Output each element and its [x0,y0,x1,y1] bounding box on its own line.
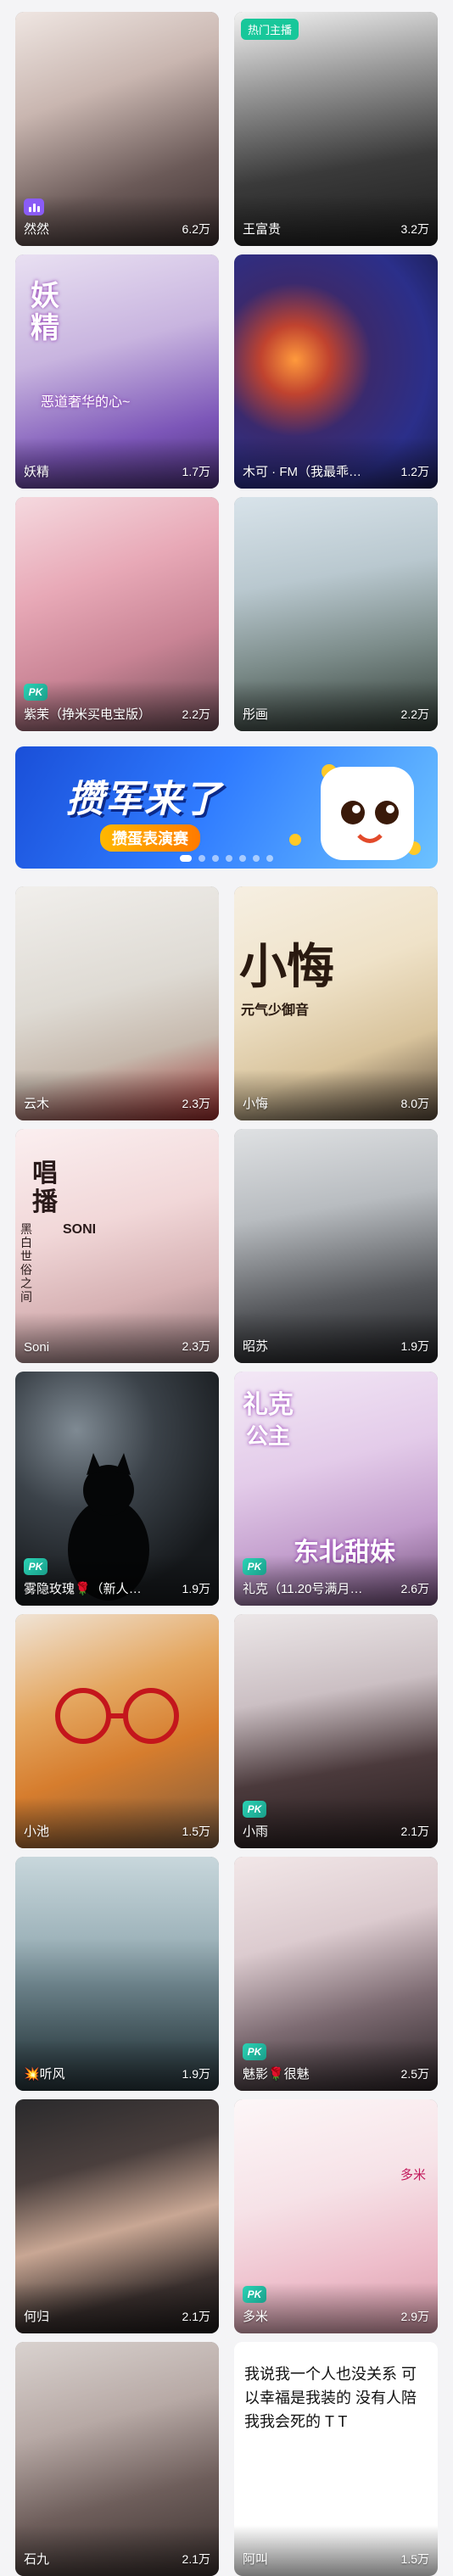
pk-badge: PK [24,684,48,701]
viewer-count: 1.9万 [182,2067,210,2081]
hot-streamer-tag: 热门主播 [241,19,299,40]
pk-badge: PK [243,1801,266,1818]
pagination-dot[interactable] [239,855,246,862]
card-overlay-subtitle: 黑白世俗之间 [20,1222,32,1304]
card-overlay-title: 妖精 [31,280,59,344]
handwritten-note: 我说我一个人也没关系 可以幸福是我装的 没有人陪我我会死的 T T [244,2366,417,2430]
streamer-card[interactable]: 💥听风 1.9万 [15,1857,219,2091]
banner-pagination [15,855,438,862]
viewer-count: 2.3万 [182,1097,210,1110]
streamer-card[interactable]: 何归 2.1万 [15,2099,219,2333]
viewer-count: 1.9万 [400,1339,429,1353]
streamer-name: 小池 [24,1824,50,1839]
streamer-name: 石九 [24,2552,50,2567]
viewer-count: 2.9万 [400,2310,429,2323]
card-overlay-title: 礼克 [243,1391,294,1419]
pk-badge: PK [243,1558,266,1575]
pagination-dot[interactable] [253,855,260,862]
streamer-name: 王富贵 [243,222,282,237]
streamer-name: 多米 [243,2310,269,2324]
streamer-card[interactable]: 木可 · FM（我最乖不… 1.2万 [234,254,438,489]
streamer-name: 阿叫 [243,2552,269,2567]
streamer-card[interactable]: 礼克 公主 东北甜妹 PK 礼克（11.20号满月⭐） 2.6万 [234,1372,438,1606]
streamer-card[interactable]: PK 小雨 2.1万 [234,1614,438,1848]
viewer-count: 1.9万 [182,1582,210,1595]
viewer-count: 2.3万 [182,1339,210,1353]
viewer-count: 1.5万 [182,1824,210,1838]
streamer-card[interactable]: PK 魅影🌹很魅 2.5万 [234,1857,438,2091]
card-overlay-tag: SONI [63,1222,97,1237]
viewer-count: 2.5万 [400,2067,429,2081]
card-overlay-subtitle: 公主 [246,1423,291,1449]
card-overlay-subtitle: 恶道奢华的心~ [41,395,131,410]
pagination-dot[interactable] [212,855,219,862]
pk-badge: PK [243,2286,266,2303]
streamer-name: 小悔 [243,1097,269,1111]
card-overlay-title: 小悔 [239,940,334,993]
streamer-name: 云木 [24,1097,50,1111]
viewer-count: 1.7万 [182,465,210,478]
promo-banner[interactable]: 攒军来了 攒蛋表演赛 [15,746,438,869]
streamer-name: 妖精 [24,465,50,479]
streamer-card[interactable]: 然然 6.2万 [15,12,219,246]
streamer-name: 魅影🌹很魅 [243,2067,310,2081]
pagination-dot[interactable] [266,855,273,862]
viewer-count: 6.2万 [182,222,210,236]
streamer-card[interactable]: 小悔 元气少御音 小悔 8.0万 [234,886,438,1120]
viewer-count: 2.1万 [400,1824,429,1838]
streamer-card[interactable]: 妖精 恶道奢华的心~ 妖精 1.7万 [15,254,219,489]
streamer-card[interactable]: 小池 1.5万 [15,1614,219,1848]
streamer-card[interactable]: PK 紫茉（挣米买电宝版） 2.2万 [15,497,219,731]
streamer-card[interactable]: 石九 2.1万 [15,2342,219,2576]
pagination-dot[interactable] [199,855,205,862]
viewer-count: 3.2万 [400,222,429,236]
card-overlay-tag: 多米 [400,2168,426,2182]
streamer-card[interactable]: 唱播 SONI 黑白世俗之间 Soni 2.3万 [15,1129,219,1363]
streamer-name: 雾隐玫瑰🌹（新人求… [24,1582,151,1596]
viewer-count: 2.2万 [400,707,429,721]
banner-subtitle: 攒蛋表演赛 [100,824,200,852]
streamer-card[interactable]: 昭苏 1.9万 [234,1129,438,1363]
card-overlay-title: 唱播 [32,1159,58,1216]
viewer-count: 2.6万 [400,1582,429,1595]
streamer-name: 小雨 [243,1824,269,1839]
viewer-count: 1.2万 [400,465,429,478]
viewer-count: 2.1万 [182,2310,210,2323]
streamer-name: 彤画 [243,707,269,722]
streamer-name: 💥听风 [24,2067,65,2081]
streamer-card[interactable]: 我说我一个人也没关系 可以幸福是我装的 没有人陪我我会死的 T T 阿叫 1.5… [234,2342,438,2576]
banner-title: 攒军来了 [66,779,222,820]
streamer-name: 昭苏 [243,1339,269,1354]
pk-badge: PK [243,2043,266,2060]
streamer-card[interactable]: PK 雾隐玫瑰🌹（新人求… 1.9万 [15,1372,219,1606]
live-icon [24,198,44,215]
pk-badge: PK [24,1558,48,1575]
viewer-count: 1.5万 [400,2552,429,2566]
streamer-name: 礼克（11.20号满月⭐） [243,1582,370,1596]
streamer-card[interactable]: 云木 2.3万 [15,886,219,1120]
viewer-count: 8.0万 [400,1097,429,1110]
streamer-name: Soni [24,1340,50,1355]
streamer-name: 何归 [24,2310,50,2324]
streamer-name: 木可 · FM（我最乖不… [243,465,370,479]
streamer-name: 紫茉（挣米买电宝版） [24,707,151,722]
streamer-card[interactable]: 彤画 2.2万 [234,497,438,731]
card-overlay-subtitle: 元气少御音 [241,1003,310,1018]
viewer-count: 2.2万 [182,707,210,721]
viewer-count: 2.1万 [182,2552,210,2566]
streamer-card[interactable]: 多米 PK 多米 2.9万 [234,2099,438,2333]
pagination-dot[interactable] [180,855,192,862]
streamer-card[interactable]: 热门主播 王富贵 3.2万 [234,12,438,246]
streamer-name: 然然 [24,222,50,237]
pagination-dot[interactable] [226,855,232,862]
